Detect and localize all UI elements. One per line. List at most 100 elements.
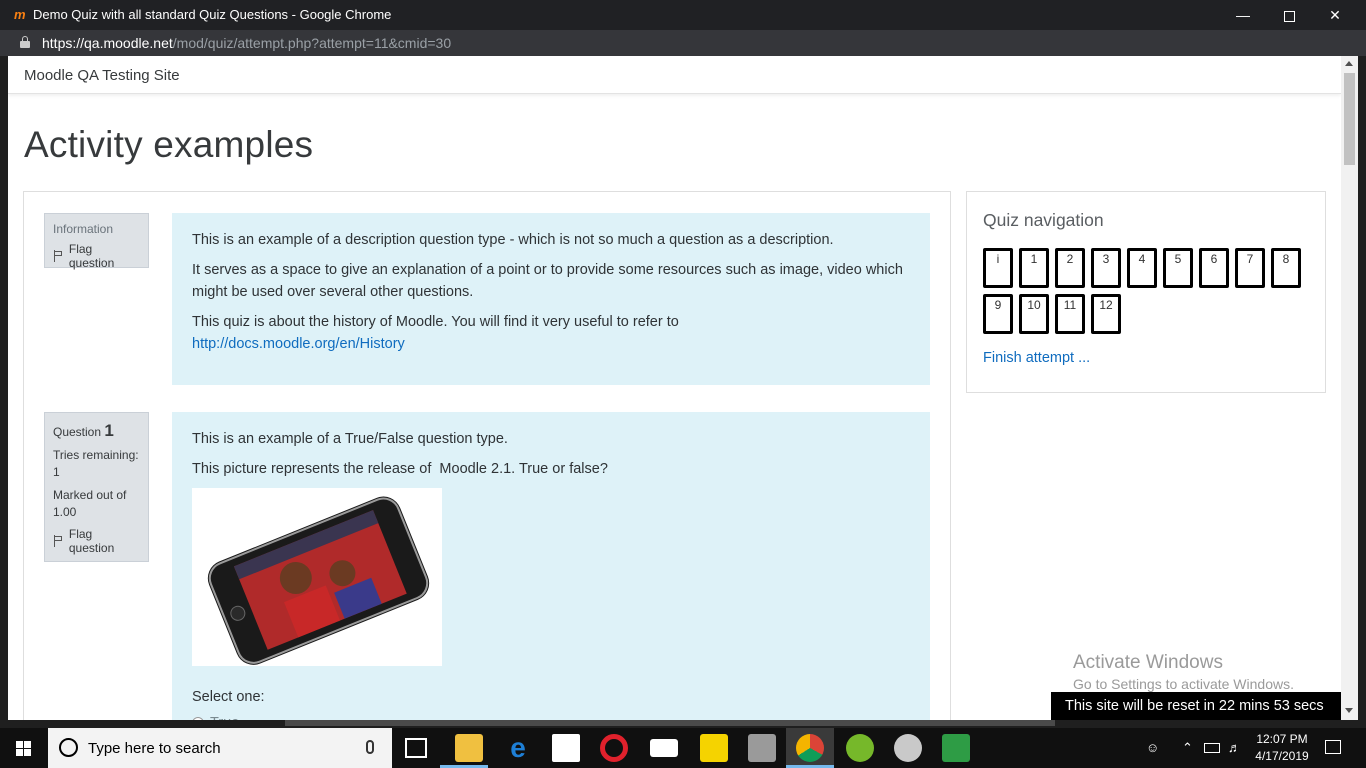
flag-question-link-q1[interactable]: Flag question	[53, 527, 140, 555]
task-view-icon[interactable]	[405, 738, 427, 758]
option-true[interactable]: True	[192, 712, 910, 720]
watermark-line-1: Activate Windows	[1073, 652, 1223, 673]
lock-icon[interactable]	[20, 36, 30, 48]
info-paragraph-1: This is an example of a description ques…	[192, 232, 834, 248]
info-label: Information	[53, 222, 114, 236]
cortana-icon	[59, 738, 78, 757]
watermark-line-2: Go to Settings to activate Windows.	[1073, 676, 1294, 692]
taskbar-search-box[interactable]: Type here to search	[48, 728, 392, 768]
app-icon[interactable]	[748, 734, 776, 762]
marked-value: 1.00	[53, 505, 77, 519]
qn-button-10[interactable]: 10	[1019, 294, 1049, 334]
info-question-content: This is an example of a description ques…	[172, 213, 930, 385]
taskbar-clock[interactable]: 12:07 PM 4/17/2019	[1246, 731, 1318, 765]
flag-question-label: Flag question	[68, 242, 115, 270]
qn-button-1[interactable]: 1	[1019, 248, 1049, 288]
quiz-navigation-block: Quiz navigation i 1 2 3 4 5 6 7 8 9 10 1…	[966, 191, 1326, 393]
vertical-scrollbar[interactable]	[1341, 56, 1358, 720]
paint-icon[interactable]	[894, 734, 922, 762]
sticky-notes-icon[interactable]	[700, 734, 728, 762]
q1-paragraph-1: This is an example of a True/False quest…	[192, 431, 508, 447]
info-paragraph-3-text: This quiz is about the history of Moodle…	[192, 314, 679, 330]
url-text[interactable]: https://qa.moodle.net/mod/quiz/attempt.p…	[42, 35, 451, 51]
select-one-label: Select one:	[192, 689, 265, 705]
qn-button-4[interactable]: 4	[1127, 248, 1157, 288]
flag-question-label: Flag question	[68, 527, 115, 555]
question-1-content: This is an example of a True/False quest…	[172, 412, 930, 720]
site-reset-banner: This site will be reset in 22 mins 53 se…	[1051, 692, 1341, 720]
opera-icon[interactable]	[600, 734, 628, 762]
page-viewport: Moodle QA Testing Site Activity examples…	[8, 56, 1341, 720]
question-number-value: 1	[104, 421, 114, 440]
scrollbar-thumb[interactable]	[1344, 73, 1355, 165]
info-paragraph-2: It serves as a space to give an explanat…	[192, 262, 903, 300]
marked-label: Marked out of	[53, 488, 127, 502]
marked-out-of: Marked out of 1.00	[53, 487, 140, 521]
qn-button-3[interactable]: 3	[1091, 248, 1121, 288]
volume-icon[interactable]: ♬	[1228, 740, 1241, 755]
scroll-up-icon[interactable]	[1345, 61, 1353, 66]
site-brand-link[interactable]: Moodle QA Testing Site	[24, 67, 180, 84]
spreadsheet-icon[interactable]	[942, 734, 970, 762]
address-bar[interactable]: https://qa.moodle.net/mod/quiz/attempt.p…	[0, 30, 1366, 56]
quiz-main-region: Information Flag question This is an exa…	[23, 191, 951, 720]
activate-windows-watermark: Activate Windows Go to Settings to activ…	[1073, 652, 1294, 692]
flag-icon	[53, 250, 63, 262]
battery-icon[interactable]	[1204, 743, 1220, 753]
moodle-favicon-icon: m	[14, 7, 26, 22]
info-paragraph-3: This quiz is about the history of Moodle…	[192, 311, 692, 355]
clock-time: 12:07 PM	[1256, 732, 1308, 746]
question-number: Question 1	[53, 421, 140, 441]
utorrent-icon[interactable]	[846, 734, 874, 762]
people-icon[interactable]: ☺	[1146, 740, 1159, 755]
qn-button-info[interactable]: i	[983, 248, 1013, 288]
q1-paragraph-2: This picture represents the release of M…	[192, 461, 608, 477]
windows-taskbar: Type here to search e ☺ ⌃ ♬ 12:07 PM 4/1…	[0, 728, 1366, 768]
store-icon[interactable]	[552, 734, 580, 762]
finish-attempt-link[interactable]: Finish attempt ...	[983, 350, 1090, 366]
qn-button-9[interactable]: 9	[983, 294, 1013, 334]
clock-date: 4/17/2019	[1255, 749, 1309, 763]
qn-button-8[interactable]: 8	[1271, 248, 1301, 288]
window-border-right	[1358, 56, 1366, 720]
microphone-icon[interactable]	[366, 740, 374, 754]
option-true-label: True	[210, 712, 239, 720]
qn-button-11[interactable]: 11	[1055, 294, 1085, 334]
info-question-info: Information Flag question	[44, 213, 149, 270]
qn-button-7[interactable]: 7	[1235, 248, 1265, 288]
chevron-up-icon[interactable]: ⌃	[1182, 740, 1193, 756]
page-title: Activity examples	[24, 124, 314, 165]
flag-icon	[53, 535, 63, 547]
chrome-icon[interactable]	[796, 734, 824, 762]
url-path: /mod/quiz/attempt.php?attempt=11&cmid=30	[172, 35, 452, 51]
qn-button-6[interactable]: 6	[1199, 248, 1229, 288]
file-explorer-icon[interactable]	[455, 734, 483, 762]
history-link[interactable]: http://docs.moodle.org/en/History	[192, 336, 405, 352]
tries-remaining: Tries remaining: 1	[53, 447, 140, 481]
close-button[interactable]: ✕	[1312, 0, 1358, 30]
flag-question-link[interactable]: Flag question	[53, 242, 140, 270]
question-label: Question	[53, 425, 102, 439]
mail-icon[interactable]	[650, 739, 678, 757]
window-titlebar: m Demo Quiz with all standard Quiz Quest…	[0, 0, 1366, 30]
maximize-icon	[1283, 10, 1295, 22]
notification-icon[interactable]	[1325, 740, 1341, 754]
qn-button-5[interactable]: 5	[1163, 248, 1193, 288]
site-navbar: Moodle QA Testing Site	[8, 56, 1341, 94]
horizontal-scrollbar[interactable]	[285, 720, 1055, 726]
edge-icon[interactable]: e	[504, 734, 532, 762]
question-1-info: Question 1 Tries remaining: 1 Marked out …	[44, 412, 149, 562]
scroll-down-icon[interactable]	[1345, 708, 1353, 713]
minimize-button[interactable]: —	[1220, 0, 1266, 30]
maximize-button[interactable]	[1266, 0, 1312, 30]
url-host: https://qa.moodle.net	[42, 35, 173, 51]
window-title: Demo Quiz with all standard Quiz Questio…	[33, 7, 392, 22]
qn-button-12[interactable]: 12	[1091, 294, 1121, 334]
start-button[interactable]	[0, 728, 48, 768]
qn-button-2[interactable]: 2	[1055, 248, 1085, 288]
quiz-navigation-title: Quiz navigation	[983, 210, 1104, 230]
tries-value: 1	[53, 465, 60, 479]
search-placeholder: Type here to search	[88, 740, 221, 757]
tries-label: Tries remaining:	[53, 448, 139, 462]
smartphone-image	[192, 488, 442, 666]
